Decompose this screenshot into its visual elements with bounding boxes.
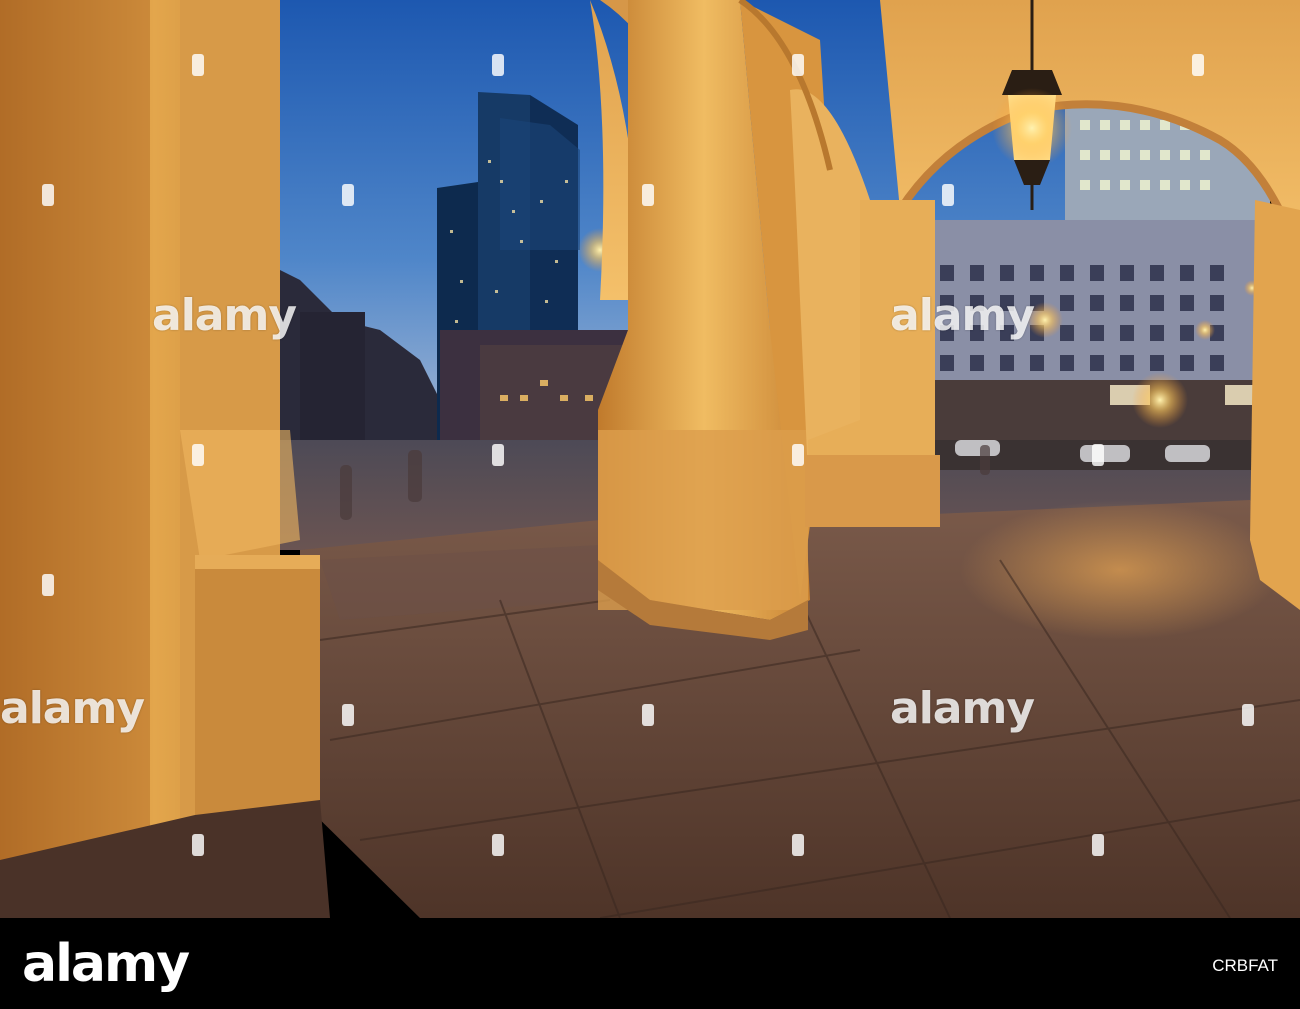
watermark-icon [1192,54,1204,76]
watermark-icon [192,834,204,856]
watermark-icon [1092,834,1104,856]
watermark-icon [42,574,54,596]
image-id: CRBFAT [1212,956,1278,975]
footer-logo: alamy [22,934,190,994]
watermark-icon [1242,704,1254,726]
watermark-icon [42,184,54,206]
watermark-icon [942,184,954,206]
watermark-icon [792,54,804,76]
watermark-icon [1092,444,1104,466]
watermark-icon [642,704,654,726]
watermark-icon [342,704,354,726]
footer-bar: alamy CRBFAT [0,918,1300,1009]
watermark-icon [342,184,354,206]
watermark-icon [192,54,204,76]
watermark-icon [192,444,204,466]
photo: alamy alamy alamy alamy [0,0,1300,918]
watermark-icon [492,444,504,466]
watermark-icon [642,184,654,206]
watermark-icon [492,834,504,856]
watermark-icon [492,54,504,76]
watermark-icon [792,444,804,466]
watermark-icon [792,834,804,856]
